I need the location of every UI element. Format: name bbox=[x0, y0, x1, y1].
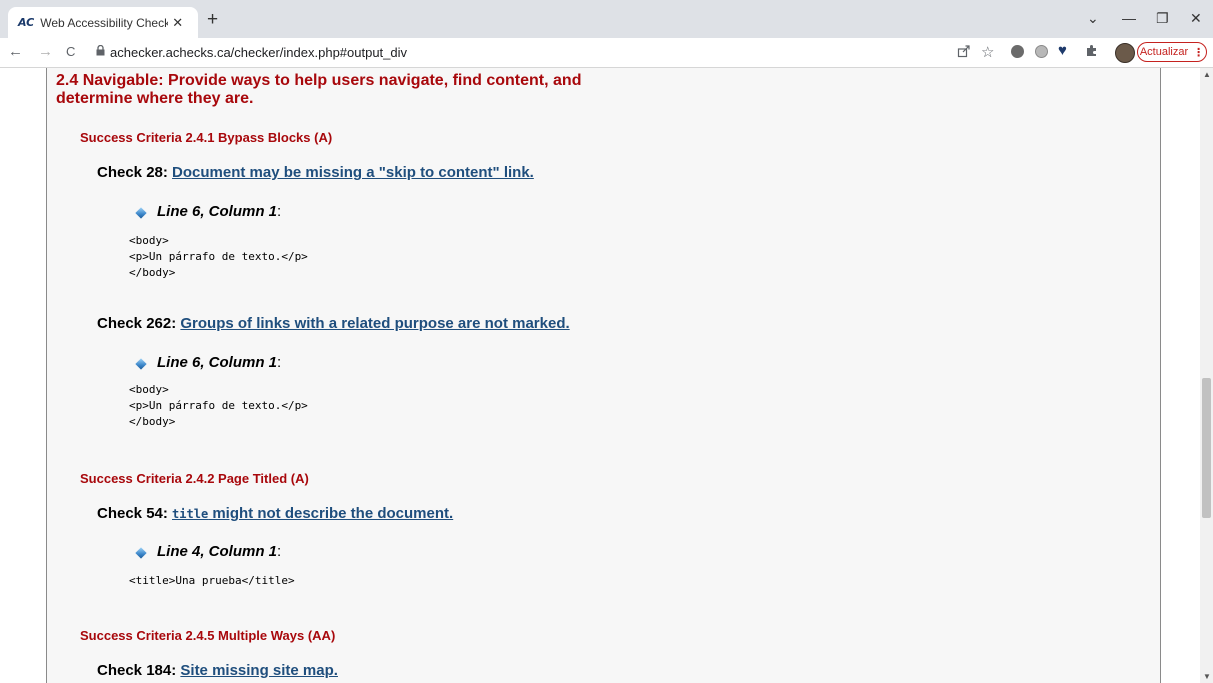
extensions-puzzle-icon[interactable] bbox=[1085, 44, 1098, 60]
page-viewport: 2.4 Navigable: Provide ways to help user… bbox=[0, 68, 1200, 683]
check-28-code: <body> <p>Un párrafo de texto.</p> </body> bbox=[129, 234, 308, 279]
address-toolbar: ← → C achecker.achecks.ca/checker/index.… bbox=[0, 38, 1213, 68]
scrollbar-thumb[interactable] bbox=[1202, 378, 1211, 518]
guideline-heading: 2.4 Navigable: Provide ways to help user… bbox=[56, 72, 582, 107]
share-icon[interactable] bbox=[957, 44, 971, 61]
check-184-heading: Check 184: Site missing site map. bbox=[97, 662, 338, 679]
lock-icon bbox=[96, 44, 105, 59]
tab-title: Web Accessibility Checker for WC bbox=[40, 15, 169, 30]
new-tab-button[interactable]: + bbox=[207, 9, 218, 31]
update-button[interactable]: Actualizar ⋮ bbox=[1137, 42, 1207, 62]
check-54-link[interactable]: title might not describe the document. bbox=[172, 505, 453, 522]
check-28-heading: Check 28: Document may be missing a "ski… bbox=[97, 164, 534, 181]
check-262-link[interactable]: Groups of links with a related purpose a… bbox=[180, 315, 569, 332]
tab-bar: AC Web Accessibility Checker for WC ✕ + … bbox=[0, 0, 1213, 38]
vertical-scrollbar[interactable]: ▲ ▼ bbox=[1200, 68, 1213, 683]
extension-gray-icon[interactable] bbox=[1035, 45, 1048, 58]
address-bar[interactable]: achecker.achecks.ca/checker/index.php#ou… bbox=[88, 41, 938, 64]
check-262-location: Line 6, Column 1: bbox=[157, 354, 282, 371]
more-menu-icon: ⋮ bbox=[1193, 46, 1205, 59]
criteria-heading-2-4-5: Success Criteria 2.4.5 Multiple Ways (AA… bbox=[80, 628, 336, 643]
update-label: Actualizar bbox=[1139, 46, 1189, 58]
check-54-location: Line 4, Column 1: bbox=[157, 543, 282, 560]
check-262-heading: Check 262: Groups of links with a relate… bbox=[97, 315, 570, 332]
extension-wordpress-icon[interactable] bbox=[1011, 45, 1024, 58]
profile-avatar[interactable] bbox=[1115, 43, 1135, 63]
reload-icon[interactable]: C bbox=[66, 44, 75, 59]
url-text: achecker.achecks.ca/checker/index.php#ou… bbox=[110, 45, 408, 60]
diamond-bullet-icon bbox=[135, 207, 147, 219]
restore-window-button[interactable]: ❐ bbox=[1156, 10, 1169, 27]
browser-tab-active[interactable]: AC Web Accessibility Checker for WC ✕ bbox=[8, 7, 198, 38]
diamond-bullet-icon bbox=[135, 358, 147, 370]
diamond-bullet-icon bbox=[135, 547, 147, 559]
check-54-heading: Check 54: title might not describe the d… bbox=[97, 505, 454, 522]
forward-arrow-icon[interactable]: → bbox=[38, 43, 53, 60]
tab-search-dropdown-icon[interactable]: ⌄ bbox=[1087, 10, 1099, 27]
extension-heart-icon[interactable]: ♥ bbox=[1058, 42, 1067, 59]
check-262-code: <body> <p>Un párrafo de texto.</p> </body> bbox=[129, 383, 308, 428]
check-184-link[interactable]: Site missing site map. bbox=[180, 662, 338, 679]
close-tab-icon[interactable]: ✕ bbox=[172, 15, 183, 31]
results-panel: 2.4 Navigable: Provide ways to help user… bbox=[46, 68, 1161, 683]
close-window-button[interactable]: ✕ bbox=[1190, 10, 1202, 27]
check-54-code: <title>Una prueba</title> bbox=[129, 574, 295, 587]
criteria-heading-2-4-2: Success Criteria 2.4.2 Page Titled (A) bbox=[80, 471, 309, 486]
achecker-favicon-icon: AC bbox=[18, 16, 35, 29]
check-28-link[interactable]: Document may be missing a "skip to conte… bbox=[172, 164, 534, 181]
check-28-location: Line 6, Column 1: bbox=[157, 203, 282, 220]
scroll-up-arrow-icon[interactable]: ▲ bbox=[1203, 70, 1211, 79]
criteria-heading-2-4-1: Success Criteria 2.4.1 Bypass Blocks (A) bbox=[80, 130, 333, 145]
bookmark-star-icon[interactable]: ☆ bbox=[981, 43, 994, 61]
scroll-down-arrow-icon[interactable]: ▼ bbox=[1203, 672, 1211, 681]
minimize-window-button[interactable]: — bbox=[1122, 10, 1136, 26]
back-arrow-icon[interactable]: ← bbox=[8, 43, 23, 60]
